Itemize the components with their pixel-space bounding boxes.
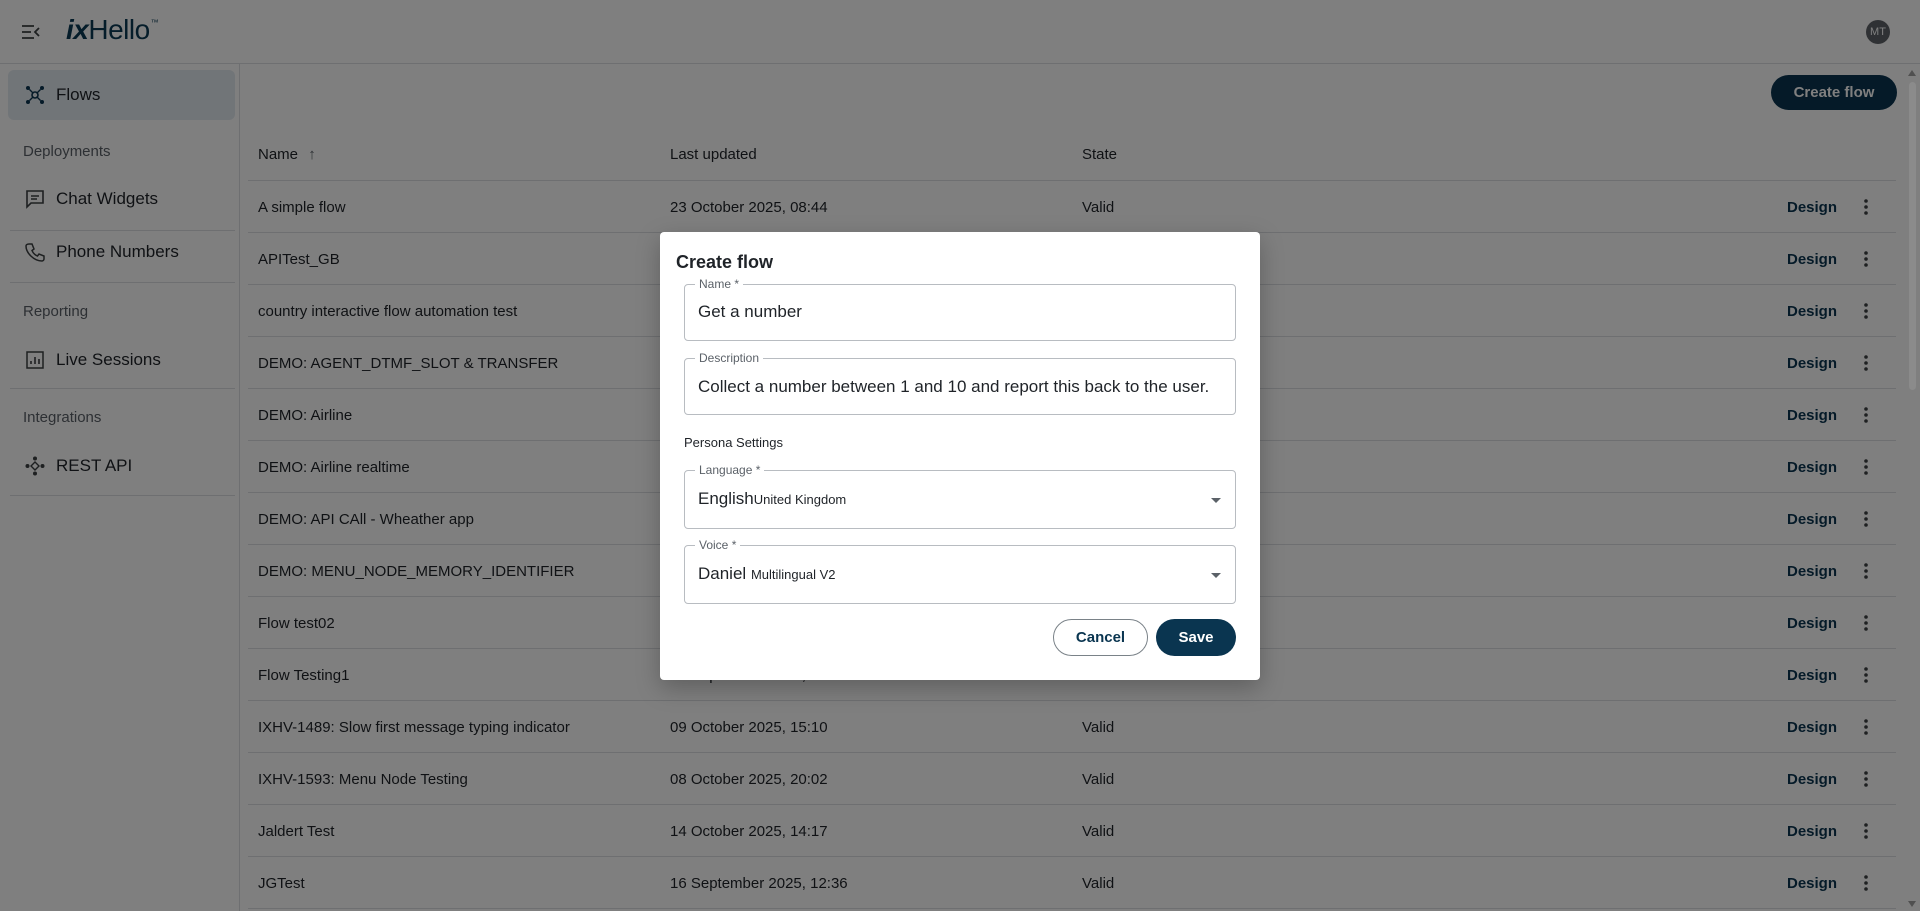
voice-model: Multilingual V2 bbox=[750, 567, 836, 582]
scroll-down-arrow-icon[interactable] bbox=[1908, 901, 1916, 907]
chevron-down-icon[interactable] bbox=[1211, 498, 1221, 503]
cancel-button[interactable]: Cancel bbox=[1053, 619, 1148, 656]
save-button[interactable]: Save bbox=[1156, 619, 1236, 656]
page-scrollbar[interactable] bbox=[1906, 66, 1918, 911]
language-select[interactable]: Language * EnglishUnited Kingdom bbox=[684, 463, 1236, 529]
scroll-up-arrow-icon[interactable] bbox=[1908, 70, 1916, 76]
voice-field-label: Voice * bbox=[695, 538, 741, 552]
description-field[interactable]: Description Collect a number between 1 a… bbox=[684, 351, 1236, 415]
create-flow-dialog: Create flow Name * Get a number Descript… bbox=[660, 232, 1260, 680]
name-input[interactable]: Get a number bbox=[698, 302, 802, 322]
language-field-label: Language * bbox=[695, 463, 765, 477]
description-input[interactable]: Collect a number between 1 and 10 and re… bbox=[698, 377, 1209, 397]
persona-settings-heading: Persona Settings bbox=[684, 435, 784, 450]
name-field-label: Name * bbox=[695, 277, 744, 291]
dialog-title: Create flow bbox=[676, 252, 774, 272]
description-field-label: Description bbox=[695, 351, 764, 365]
language-region: United Kingdom bbox=[753, 492, 847, 507]
name-field[interactable]: Name * Get a number bbox=[684, 277, 1236, 341]
language-value: EnglishUnited Kingdom bbox=[698, 489, 846, 509]
voice-name: Daniel bbox=[698, 564, 747, 583]
voice-value: Daniel Multilingual V2 bbox=[698, 564, 835, 584]
scrollbar-thumb[interactable] bbox=[1909, 82, 1916, 390]
chevron-down-icon[interactable] bbox=[1211, 573, 1221, 578]
language-name: English bbox=[698, 489, 754, 508]
voice-select[interactable]: Voice * Daniel Multilingual V2 bbox=[684, 538, 1236, 604]
